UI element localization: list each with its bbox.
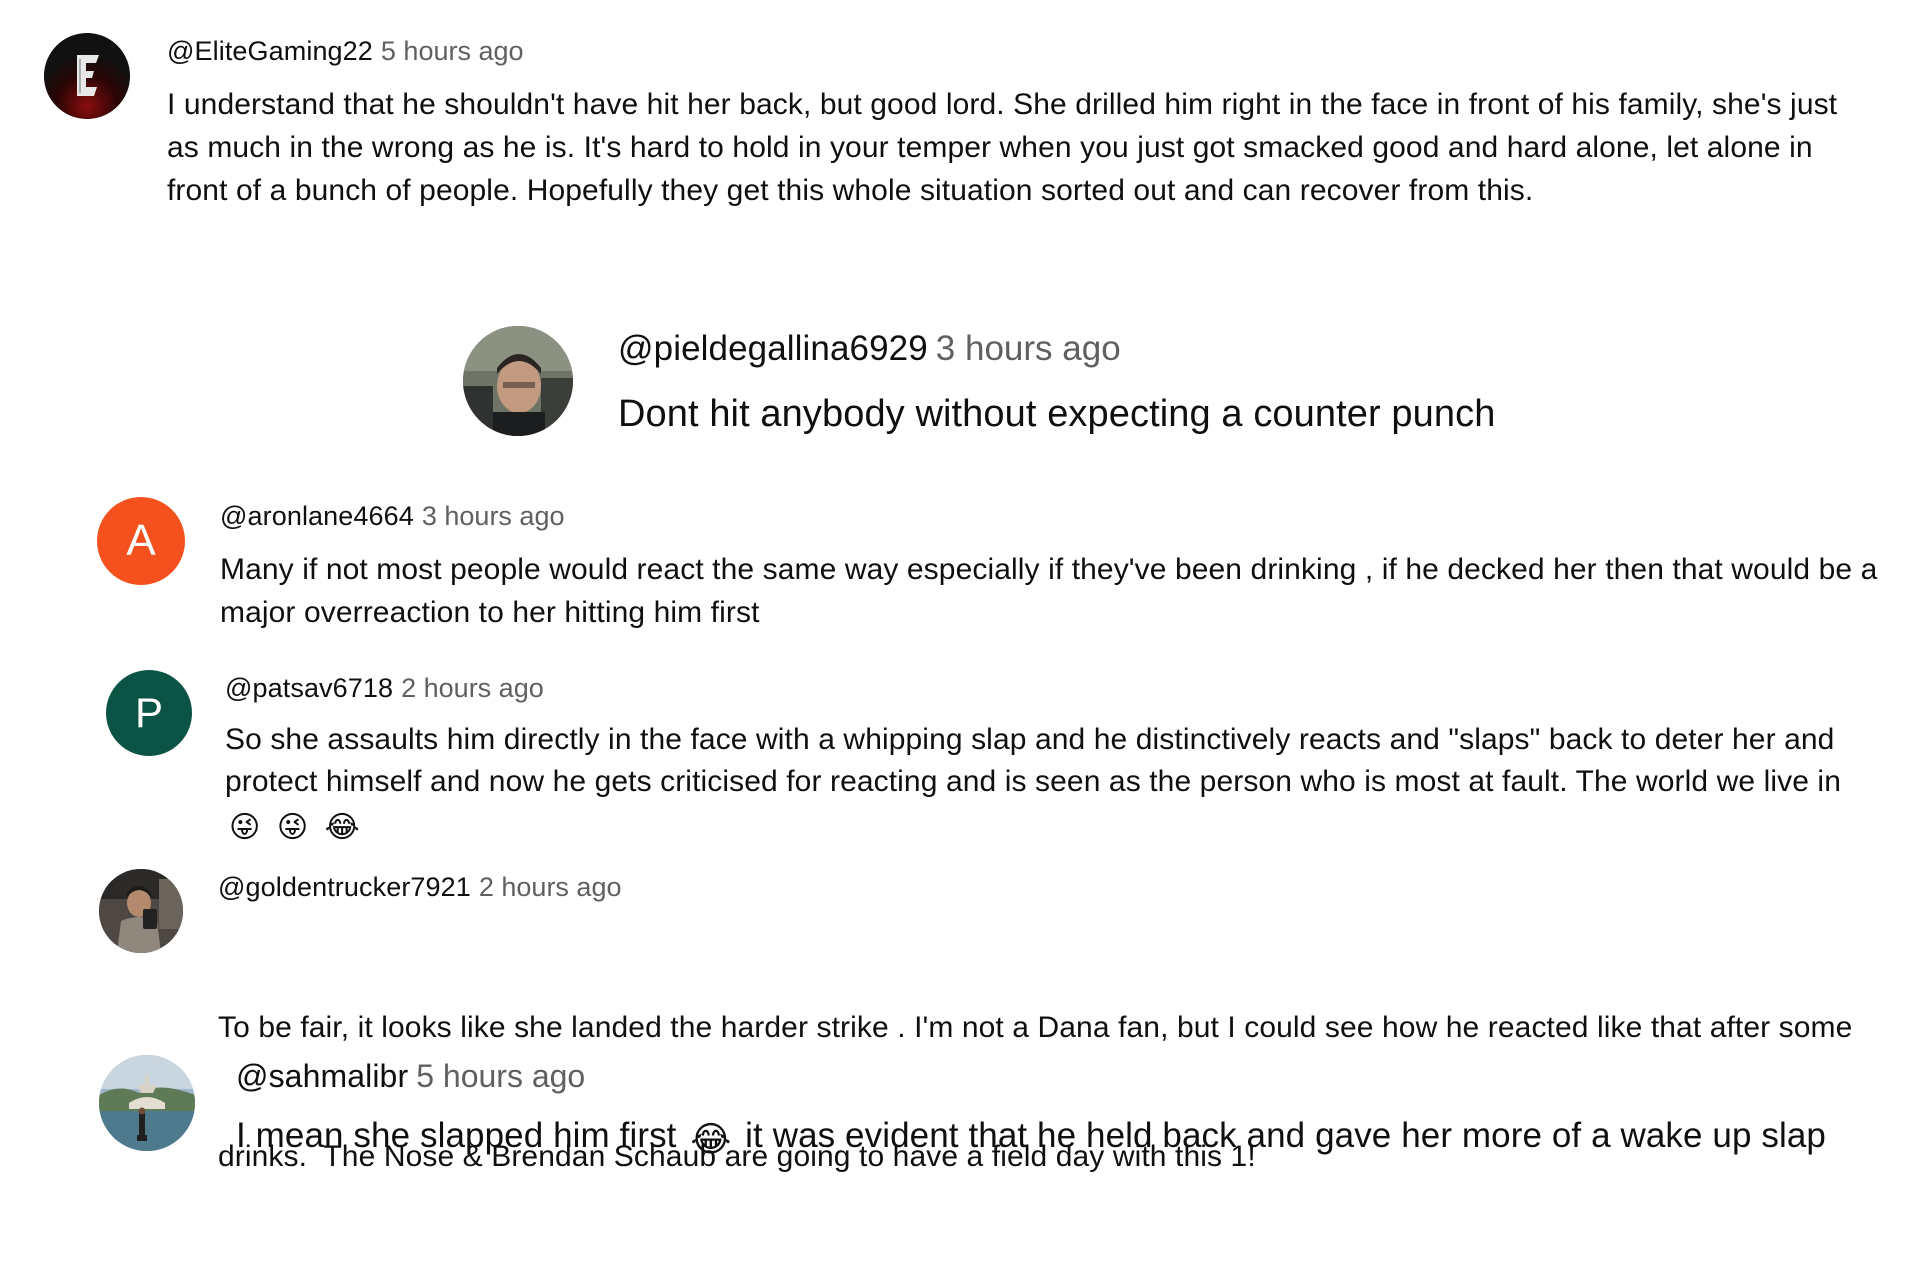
avatar[interactable]: P — [106, 670, 192, 756]
comment-header: @sahmalibr 5 hours ago — [236, 1060, 585, 1092]
avatar[interactable] — [99, 1055, 195, 1151]
comment-text: I understand that he shouldn't have hit … — [167, 88, 1838, 207]
fountain-photo-icon — [99, 1055, 195, 1151]
comment-header: @goldentrucker7921 2 hours ago — [218, 874, 621, 901]
timestamp[interactable]: 5 hours ago — [416, 1058, 585, 1094]
avatar[interactable] — [463, 326, 573, 436]
comment-body: it was evident that he held back and gav… — [745, 1116, 1826, 1155]
comment-header: @patsav6718 2 hours ago — [225, 675, 544, 702]
person-photo-icon — [463, 326, 573, 436]
winking-tongue-emoji-icon: 😜 — [276, 811, 309, 844]
avatar-letter: P — [134, 689, 163, 736]
comment-text: Dont hit anybody without expecting a cou… — [618, 393, 1496, 435]
comment-text: I mean she slapped him first 😂 it was ev… — [236, 1114, 1916, 1162]
timestamp[interactable]: 2 hours ago — [401, 673, 544, 703]
author-handle[interactable]: @patsav6718 — [225, 673, 393, 703]
timestamp[interactable]: 5 hours ago — [381, 36, 524, 66]
author-handle[interactable]: @EliteGaming22 — [167, 36, 373, 66]
comment-header: @EliteGaming22 5 hours ago — [167, 38, 524, 65]
avatar-letter: A — [126, 516, 156, 565]
author-handle[interactable]: @goldentrucker7921 — [218, 872, 471, 902]
tears-of-joy-emoji-icon: 😂 — [324, 811, 360, 844]
timestamp[interactable]: 3 hours ago — [422, 501, 565, 531]
person-photo-icon — [99, 869, 183, 953]
author-handle[interactable]: @pieldegallina6929 — [618, 329, 928, 368]
comment-body: I mean she slapped him first — [236, 1116, 677, 1155]
comment-header: @aronlane4664 3 hours ago — [220, 503, 564, 530]
author-handle[interactable]: @aronlane4664 — [220, 501, 414, 531]
comment-text: So she assaults him directly in the face… — [225, 719, 1865, 849]
comment-header: @pieldegallina6929 3 hours ago — [618, 331, 1121, 366]
tears-of-joy-emoji-icon: 😂 — [690, 1120, 732, 1159]
author-handle[interactable]: @sahmalibr — [236, 1058, 408, 1094]
comment-text: Many if not most people would react the … — [220, 553, 1878, 629]
comment-body: So she assaults him directly in the face… — [225, 723, 1841, 798]
avatar[interactable]: A — [97, 497, 185, 585]
timestamp[interactable]: 3 hours ago — [936, 329, 1121, 368]
comment-line: To be fair, it looks like she landed the… — [218, 1011, 1853, 1044]
avatar[interactable] — [44, 33, 130, 119]
winking-tongue-emoji-icon: 😜 — [229, 811, 261, 844]
avatar[interactable] — [99, 869, 183, 953]
elite-gaming-logo-icon — [44, 33, 130, 119]
timestamp[interactable]: 2 hours ago — [479, 872, 622, 902]
